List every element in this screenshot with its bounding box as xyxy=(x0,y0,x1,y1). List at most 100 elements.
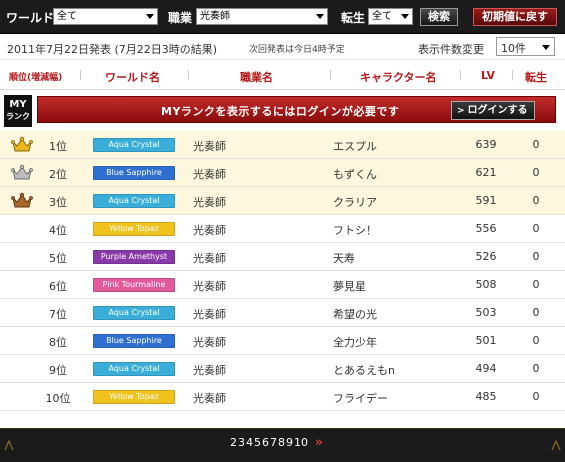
world-badge: Blue Sapphire xyxy=(93,166,175,180)
lv-cell: 494 xyxy=(475,362,497,375)
page-link[interactable]: 2 xyxy=(230,436,237,449)
column-header-lv: LV xyxy=(481,69,496,82)
character-cell: もずくん xyxy=(333,168,377,181)
rank-cell: 1位 xyxy=(49,140,67,153)
rebirth-select[interactable]: 全て xyxy=(368,8,413,25)
job-cell: 光奏師 xyxy=(193,336,226,349)
character-cell: フライデー xyxy=(333,392,388,405)
world-badge: Pink Tourmaline xyxy=(93,278,175,292)
rebirth-cell: 0 xyxy=(532,222,540,235)
character-cell: フトシ！ xyxy=(333,224,377,237)
world-badge: Blue Sapphire xyxy=(93,334,175,348)
world-select[interactable]: 全て xyxy=(53,8,158,25)
rank-cell: 8位 xyxy=(49,336,67,349)
column-header-rank: 順位(増減幅) xyxy=(9,73,63,83)
my-rank-banner: MYランクを表示するにはログインが必要です > ログインする xyxy=(37,96,556,123)
job-label: 職業 xyxy=(168,11,193,25)
rebirth-cell: 0 xyxy=(532,194,540,207)
lv-cell: 639 xyxy=(475,138,497,151)
lv-cell: 485 xyxy=(475,390,497,403)
table-row: 10位 Yellow Topaz 光奏師 フライデー 485 0 xyxy=(0,383,565,411)
announce-date: 2011年7月22日発表 (7月22日3時の結果) xyxy=(7,43,218,56)
rebirth-cell: 0 xyxy=(532,362,540,375)
rank-cell: 2位 xyxy=(49,168,67,181)
job-select[interactable]: 光奏師 xyxy=(196,8,328,25)
job-cell: 光奏師 xyxy=(193,392,226,405)
page-link[interactable]: 7 xyxy=(270,436,277,449)
job-cell: 光奏師 xyxy=(193,252,226,265)
world-badge: Aqua Crystal xyxy=(93,306,175,320)
chevron-down-icon xyxy=(542,45,550,50)
chevron-down-icon xyxy=(401,14,409,19)
page-link[interactable]: 3 xyxy=(238,436,245,449)
world-badge: Aqua Crystal xyxy=(93,362,175,376)
character-cell: 全力少年 xyxy=(333,336,377,349)
lv-cell: 526 xyxy=(475,250,497,263)
chevron-down-icon xyxy=(316,14,324,19)
job-cell: 光奏師 xyxy=(193,168,226,181)
character-cell: とあるえもn xyxy=(333,364,395,377)
page-link[interactable]: 10 xyxy=(294,436,308,449)
world-badge: Purple Amethyst xyxy=(93,250,175,264)
display-count-select[interactable]: 10件 xyxy=(496,37,555,56)
character-cell: 希望の光 xyxy=(333,308,377,321)
page-link[interactable]: 4 xyxy=(246,436,253,449)
column-header-character: キャラクター名 xyxy=(360,71,437,84)
world-badge: Aqua Crystal xyxy=(93,138,175,152)
lv-cell: 591 xyxy=(475,194,497,207)
page-link[interactable]: 8 xyxy=(278,436,285,449)
character-cell: 夢見星 xyxy=(333,280,366,293)
job-cell: 光奏師 xyxy=(193,308,226,321)
next-page-icon[interactable]: » xyxy=(315,435,323,449)
table-row: 1位 Aqua Crystal 光奏師 エスプル 639 0 xyxy=(0,131,565,159)
table-row: 5位 Purple Amethyst 光奏師 天寿 526 0 xyxy=(0,243,565,271)
table-row: 8位 Blue Sapphire 光奏師 全力少年 501 0 xyxy=(0,327,565,355)
ranking-table: 1位 Aqua Crystal 光奏師 エスプル 639 0 2位 Blue S… xyxy=(0,131,565,411)
job-cell: 光奏師 xyxy=(193,140,226,153)
my-rank-label-line2: ランク xyxy=(6,112,30,121)
column-header-rebirth: 転生 xyxy=(525,71,547,84)
rank-cell: 6位 xyxy=(49,280,67,293)
chevron-right-icon: > xyxy=(457,106,465,116)
table-row: 3位 Aqua Crystal 光奏師 クラリア 591 0 xyxy=(0,187,565,215)
rebirth-cell: 0 xyxy=(532,250,540,263)
column-header-job: 職業名 xyxy=(240,71,273,84)
header-divider xyxy=(460,70,461,80)
lv-cell: 556 xyxy=(475,222,497,235)
login-button[interactable]: > ログインする xyxy=(451,101,535,120)
header-divider xyxy=(188,70,189,80)
header-divider xyxy=(80,70,81,80)
page-link[interactable]: 9 xyxy=(286,436,293,449)
rebirth-label: 転生 xyxy=(341,11,366,25)
world-badge: Yellow Topaz xyxy=(93,390,175,404)
table-row: 4位 Yellow Topaz 光奏師 フトシ！ 556 0 xyxy=(0,215,565,243)
job-cell: 光奏師 xyxy=(193,280,226,293)
world-label: ワールド xyxy=(6,11,55,25)
rank-cell: 10位 xyxy=(45,392,71,405)
login-button-label: ログインする xyxy=(467,105,528,116)
search-button[interactable]: 検索 xyxy=(420,8,458,26)
chevron-down-icon xyxy=(146,14,154,19)
rank-cell: 3位 xyxy=(49,196,67,209)
reset-button[interactable]: 初期値に戻す xyxy=(473,8,557,26)
job-select-value: 光奏師 xyxy=(200,11,230,22)
pagination-bar: 2345678910 » xyxy=(0,428,565,462)
filter-bar: ワールド 全て 職業 光奏師 転生 全て 検索 初期値に戻す xyxy=(0,0,565,34)
character-cell: 天寿 xyxy=(333,252,355,265)
rebirth-select-value: 全て xyxy=(372,11,392,22)
rebirth-cell: 0 xyxy=(532,390,540,403)
table-row: 6位 Pink Tourmaline 光奏師 夢見星 508 0 xyxy=(0,271,565,299)
next-announce: 次回発表は今日4時予定 xyxy=(249,45,345,55)
column-header-world: ワールド名 xyxy=(105,71,160,84)
character-cell: エスプル xyxy=(333,140,377,153)
page-link[interactable]: 5 xyxy=(254,436,261,449)
header-divider xyxy=(512,70,513,80)
job-cell: 光奏師 xyxy=(193,224,226,237)
page-link[interactable]: 6 xyxy=(262,436,269,449)
rank-cell: 5位 xyxy=(49,252,67,265)
table-row: 9位 Aqua Crystal 光奏師 とあるえもn 494 0 xyxy=(0,355,565,383)
display-count-value: 10件 xyxy=(501,42,526,55)
pagination: 2345678910 » xyxy=(230,435,324,451)
info-line: 2011年7月22日発表 (7月22日3時の結果) 次回発表は今日4時予定 表示… xyxy=(0,34,565,60)
lv-cell: 621 xyxy=(475,166,497,179)
